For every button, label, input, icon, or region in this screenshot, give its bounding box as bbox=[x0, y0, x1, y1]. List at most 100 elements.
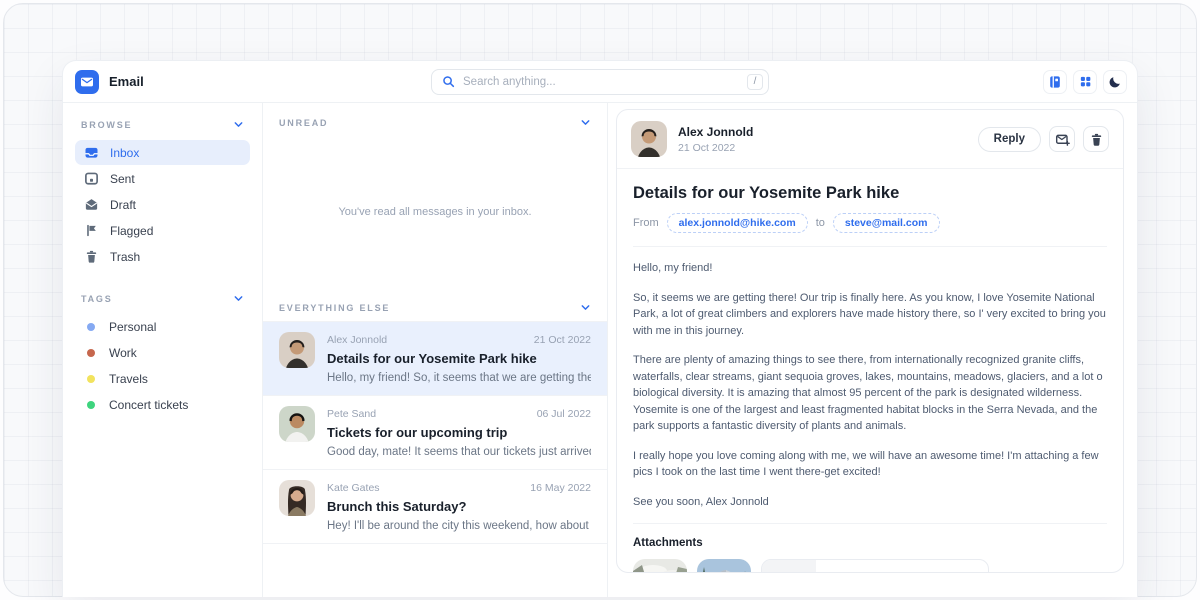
tag-item-concert-tickets[interactable]: Concert tickets bbox=[75, 392, 250, 417]
tag-label: Travels bbox=[109, 372, 148, 386]
mail-sender: Alex Jonnold bbox=[327, 334, 387, 346]
tag-dot-travels bbox=[87, 375, 95, 383]
tag-dot-personal bbox=[87, 323, 95, 331]
mail-date: 21 Oct 2022 bbox=[534, 334, 591, 346]
book-icon bbox=[1048, 75, 1062, 89]
avatar bbox=[279, 332, 315, 368]
mail-list-item-3[interactable]: Kate Gates 16 May 2022 Brunch this Satur… bbox=[263, 470, 607, 544]
sidebar-item-flagged[interactable]: Flagged bbox=[75, 218, 250, 243]
detail-panel-area: Alex Jonnold 21 Oct 2022 Reply bbox=[608, 103, 1137, 597]
chevron-down-icon[interactable] bbox=[233, 293, 244, 304]
detail-body: Details for our Yosemite Park hike From … bbox=[617, 169, 1123, 573]
tags-section-header: TAGS bbox=[75, 293, 250, 304]
detail-header: Alex Jonnold 21 Oct 2022 Reply bbox=[617, 110, 1123, 169]
attachments-label: Attachments bbox=[633, 537, 1107, 549]
detail-actions: Reply bbox=[978, 126, 1109, 152]
mail-sender: Kate Gates bbox=[327, 482, 380, 494]
delete-button[interactable] bbox=[1083, 126, 1109, 152]
inbox-icon bbox=[84, 145, 99, 160]
attachment-photo-yosemite-valley[interactable] bbox=[633, 559, 687, 573]
sidebar-item-label: Trash bbox=[110, 250, 140, 264]
attachment-photo-half-dome[interactable] bbox=[697, 559, 751, 573]
mail-list-item-1[interactable]: Alex Jonnold 21 Oct 2022 Details for our… bbox=[263, 322, 607, 396]
brand: Email bbox=[73, 70, 273, 94]
sidebar: BROWSE Inbox bbox=[63, 103, 263, 597]
zip-thumb bbox=[762, 560, 816, 573]
search-input[interactable] bbox=[463, 76, 739, 88]
sidebar-item-trash[interactable]: Trash bbox=[75, 244, 250, 269]
zip-info: videos-hike.zip 100 MB bbox=[816, 560, 926, 573]
search-icon bbox=[442, 75, 455, 88]
chevron-down-icon[interactable] bbox=[580, 117, 591, 128]
forward-button[interactable] bbox=[1049, 126, 1075, 152]
search-bar[interactable]: / bbox=[431, 69, 769, 95]
mail-list-item-2[interactable]: Pete Sand 06 Jul 2022 Tickets for our up… bbox=[263, 396, 607, 470]
attachments-row: videos-hike.zip 100 MB bbox=[633, 559, 1107, 573]
email-app-window: Email / bbox=[62, 60, 1138, 597]
from-to-row: From alex.jonnold@hike.com to steve@mail… bbox=[633, 213, 1107, 247]
tag-item-personal[interactable]: Personal bbox=[75, 314, 250, 339]
forward-envelope-plus-icon bbox=[1055, 132, 1070, 147]
from-email-chip[interactable]: alex.jonnold@hike.com bbox=[667, 213, 808, 233]
top-actions bbox=[927, 70, 1127, 94]
chevron-down-icon[interactable] bbox=[580, 302, 591, 313]
from-label: From bbox=[633, 217, 659, 229]
zip-file-name[interactable]: videos-hike.zip bbox=[830, 572, 912, 573]
everything-else-section-header: EVERYTHING ELSE bbox=[263, 288, 607, 321]
mail-snippet: Hello, my friend! So, it seems that we a… bbox=[327, 372, 591, 384]
mail-subject: Tickets for our upcoming trip bbox=[327, 425, 591, 440]
detail-sender-block: Alex Jonnold 21 Oct 2022 bbox=[678, 125, 753, 154]
mail-date: 16 May 2022 bbox=[530, 482, 591, 494]
detail-date: 21 Oct 2022 bbox=[678, 142, 753, 154]
unread-label: UNREAD bbox=[279, 118, 328, 128]
trash-icon bbox=[84, 249, 99, 264]
sidebar-item-inbox[interactable]: Inbox bbox=[75, 140, 250, 165]
mail-subject: Details for our Yosemite Park hike bbox=[327, 351, 591, 366]
avatar bbox=[279, 480, 315, 516]
tag-item-travels[interactable]: Travels bbox=[75, 366, 250, 391]
tag-dot-concert bbox=[87, 401, 95, 409]
sidebar-item-label: Flagged bbox=[110, 224, 153, 238]
mail-sender: Pete Sand bbox=[327, 408, 376, 420]
mail-meta: Kate Gates 16 May 2022 Brunch this Satur… bbox=[327, 480, 591, 532]
tag-item-work[interactable]: Work bbox=[75, 340, 250, 365]
top-bar: Email / bbox=[63, 61, 1137, 103]
avatar bbox=[279, 406, 315, 442]
mail-date: 06 Jul 2022 bbox=[537, 408, 591, 420]
avatar bbox=[631, 121, 667, 157]
email-detail-card: Alex Jonnold 21 Oct 2022 Reply bbox=[616, 109, 1124, 573]
mail-subject: Brunch this Saturday? bbox=[327, 499, 591, 514]
sidebar-item-label: Sent bbox=[110, 172, 135, 186]
paragraph: I really hope you love coming along with… bbox=[633, 448, 1107, 481]
apps-grid-icon bbox=[1079, 75, 1092, 88]
mail-meta: Pete Sand 06 Jul 2022 Tickets for our up… bbox=[327, 406, 591, 458]
flag-icon bbox=[84, 223, 99, 238]
dark-mode-button[interactable] bbox=[1103, 70, 1127, 94]
email-body-text: Hello, my friend! So, it seems we are ge… bbox=[633, 247, 1107, 510]
reply-button[interactable]: Reply bbox=[978, 127, 1041, 152]
sidebar-item-sent[interactable]: Sent bbox=[75, 166, 250, 191]
tag-label: Work bbox=[109, 346, 137, 360]
tag-dot-work bbox=[87, 349, 95, 357]
trash-icon bbox=[1089, 132, 1104, 147]
dark-mode-moon-icon bbox=[1108, 75, 1122, 89]
chevron-down-icon[interactable] bbox=[233, 119, 244, 130]
unread-empty-state: You've read all messages in your inbox. bbox=[263, 136, 607, 288]
tags-label: TAGS bbox=[81, 294, 113, 304]
app-title: Email bbox=[109, 74, 144, 89]
mail-list: Alex Jonnold 21 Oct 2022 Details for our… bbox=[263, 321, 607, 544]
sidebar-item-draft[interactable]: Draft bbox=[75, 192, 250, 217]
attachment-zip-card[interactable]: videos-hike.zip 100 MB bbox=[761, 559, 989, 573]
message-list-column: UNREAD You've read all messages in your … bbox=[263, 103, 608, 597]
detail-subject: Details for our Yosemite Park hike bbox=[633, 184, 1107, 203]
main-area: BROWSE Inbox bbox=[63, 103, 1137, 597]
browse-label: BROWSE bbox=[81, 120, 132, 130]
email-logo-icon[interactable] bbox=[75, 70, 99, 94]
browse-section-header: BROWSE bbox=[75, 119, 250, 130]
to-label: to bbox=[816, 217, 825, 229]
to-email-chip[interactable]: steve@mail.com bbox=[833, 213, 940, 233]
book-button[interactable] bbox=[1043, 70, 1067, 94]
apps-button[interactable] bbox=[1073, 70, 1097, 94]
unread-section-header: UNREAD bbox=[263, 103, 607, 136]
sidebar-item-label: Inbox bbox=[110, 146, 139, 160]
